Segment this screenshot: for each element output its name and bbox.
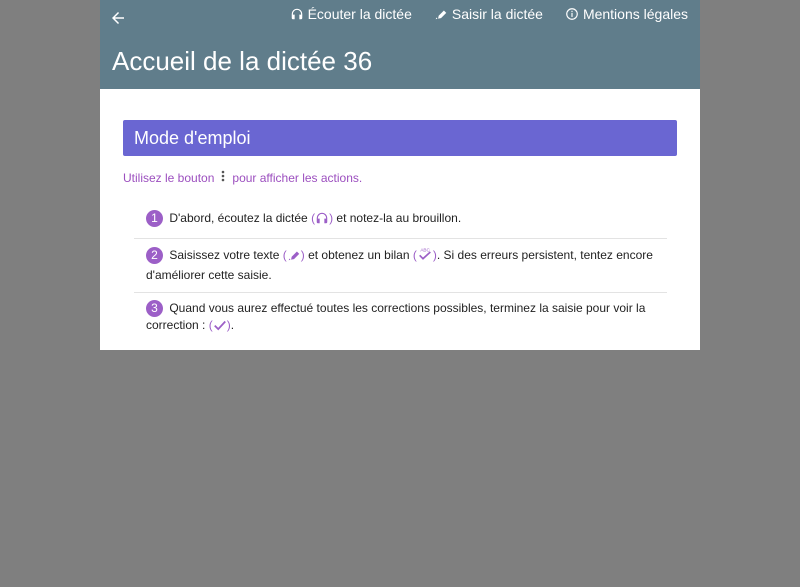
step-number: 2 xyxy=(146,247,163,264)
step-number: 3 xyxy=(146,300,163,317)
step-text: D'abord, écoutez la dictée xyxy=(169,211,308,225)
nav-label-legal: Mentions légales xyxy=(582,6,688,22)
top-bar: Écouter la dictée Saisir la dictée Menti… xyxy=(100,0,700,89)
step-number: 1 xyxy=(146,210,163,227)
steps-list: 1 D'abord, écoutez la dictée () et notez… xyxy=(134,203,667,345)
step-text: et obtenez un bilan xyxy=(308,248,410,262)
svg-text:ABC: ABC xyxy=(420,247,430,252)
check-icon xyxy=(213,318,227,337)
headphones-icon xyxy=(315,211,329,230)
actions-hint: Utilisez le bouton pour afficher les act… xyxy=(123,170,677,185)
main-content: Mode d'emploi Utilisez le bouton pour af… xyxy=(123,120,677,345)
listen-dictation-link[interactable]: Écouter la dictée xyxy=(290,6,412,22)
list-item: 2 Saisissez votre texte () et obtenez un… xyxy=(134,239,667,293)
hint-text-before: Utilisez le bouton xyxy=(123,170,215,185)
headphones-icon xyxy=(290,7,304,21)
list-item: 1 D'abord, écoutez la dictée () et notez… xyxy=(134,203,667,239)
pen-icon xyxy=(434,7,448,21)
step-text: . xyxy=(230,318,235,332)
nav-label-listen: Écouter la dictée xyxy=(307,6,412,22)
hint-text-after: pour afficher les actions. xyxy=(232,170,363,185)
legal-notice-link[interactable]: Mentions légales xyxy=(565,6,688,22)
app-container: Écouter la dictée Saisir la dictée Menti… xyxy=(100,0,700,350)
list-item: 3 Quand vous aurez effectué toutes les c… xyxy=(134,293,667,345)
spellcheck-icon: ABC xyxy=(417,246,433,267)
nav-label-enter: Saisir la dictée xyxy=(451,6,543,22)
page-title: Accueil de la dictée 36 xyxy=(112,46,373,76)
enter-dictation-link[interactable]: Saisir la dictée xyxy=(434,6,543,22)
top-nav: Écouter la dictée Saisir la dictée Menti… xyxy=(290,6,688,22)
info-icon xyxy=(565,7,579,21)
step-text: et notez-la au brouillon. xyxy=(336,211,462,225)
pen-icon xyxy=(287,248,301,267)
back-arrow-icon[interactable] xyxy=(109,9,129,29)
step-text: Saisissez votre texte xyxy=(169,248,280,262)
more-vertical-icon xyxy=(218,170,228,185)
instructions-panel-title: Mode d'emploi xyxy=(123,120,677,156)
